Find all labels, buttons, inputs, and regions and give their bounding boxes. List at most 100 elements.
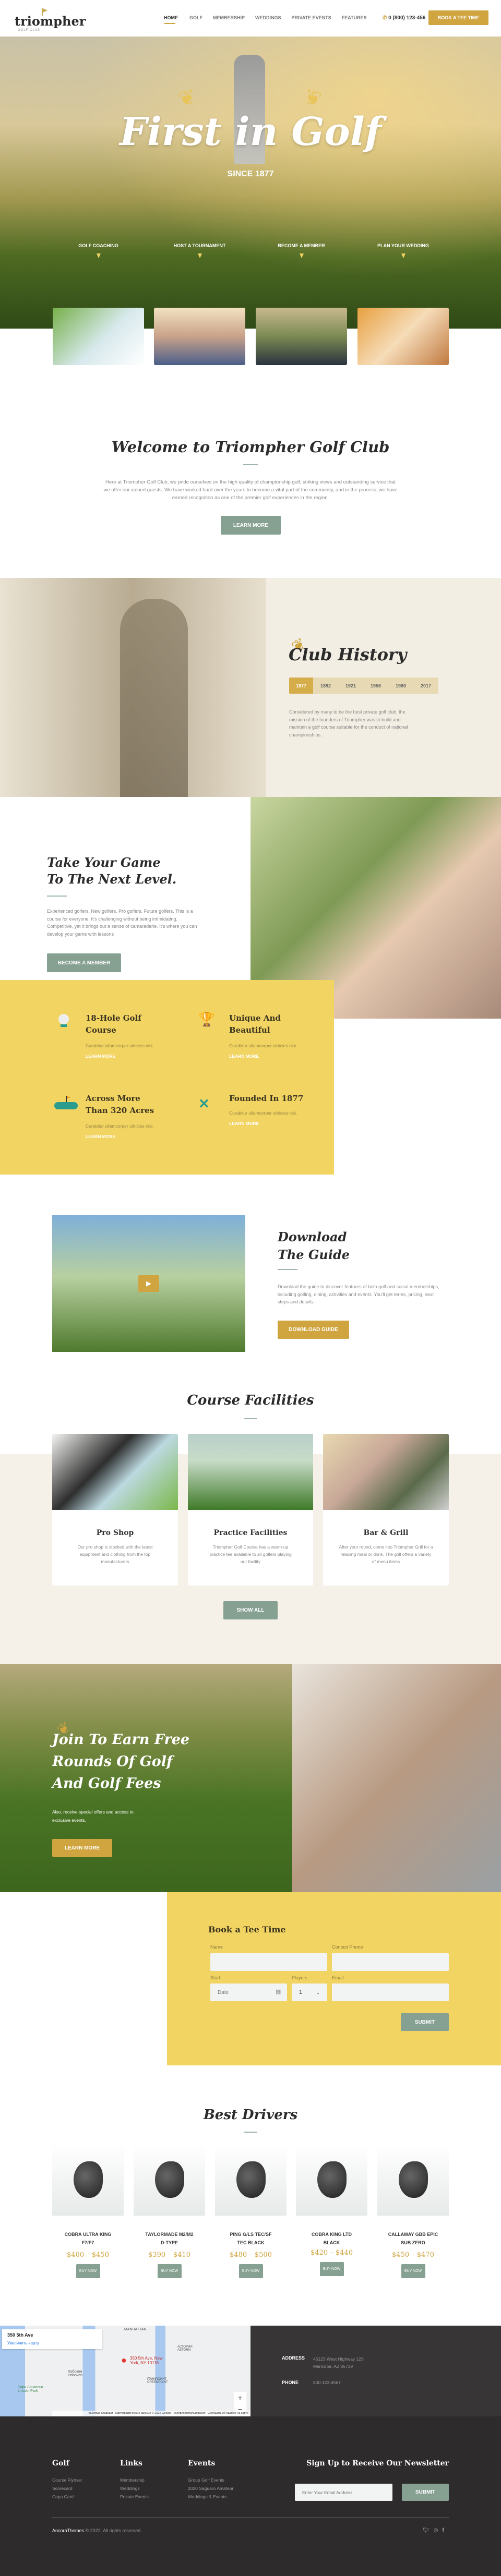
driver-price: $450 – $470 [392,2251,434,2259]
brand-link[interactable]: AncoraThemes [52,2528,84,2533]
tab-year-1877[interactable]: 1877 [289,678,313,694]
players-select[interactable]: 1 ⌄ [292,1984,327,2001]
feature-learn-more-link[interactable]: LEARN MORE [229,1121,259,1126]
nav-membership[interactable]: MEMBERSHIP [213,15,245,20]
newsletter-submit-button[interactable]: SUBMIT [402,2484,449,2501]
footer-link[interactable]: Private Events [120,2493,149,2501]
logo-subtext: GOLF CLUB [18,29,41,32]
service-cards: GOLF COACHING HOST A TOURNAMENT BECOME A… [53,243,449,365]
footer-link[interactable]: Membership [120,2476,149,2484]
features-section: 18-Hole Golf Course Curabitur ullamcorpe… [0,980,334,1175]
booking-submit-button[interactable]: SUBMIT [401,2013,449,2031]
address-label: ADDRESS [282,2355,305,2361]
welcome-learn-more-button[interactable]: LEARN MORE [221,516,281,535]
tab-year-1956[interactable]: 1956 [363,678,388,694]
service-image [53,308,144,365]
phone-value[interactable]: 800-123-4567 [313,2380,341,2385]
nav-weddings[interactable]: WEDDINGS [255,15,281,20]
tab-year-2017[interactable]: 2017 [413,678,438,694]
facility-card-practice[interactable]: Practice Facilities Triompher Golf Cours… [188,1434,313,1586]
join-section: ❦ Join To Earn Free Rounds Of Golf And G… [0,1664,501,1892]
footer-link[interactable]: Course Flyover [52,2476,82,2484]
feature-learn-more-link[interactable]: LEARN MORE [229,1054,259,1059]
service-golf-coaching[interactable]: GOLF COACHING [53,243,144,365]
footer-column: Links Membership Weddings Private Events [120,2459,149,2501]
phone-label: Contact Phone [332,1944,363,1950]
feature-text: Curabitur ullamcorper ultricies nisi. [86,1123,154,1129]
map-pin-icon[interactable]: ● [121,2355,127,2366]
map-attribution: Быстрые клавиши Картографические данные … [52,2411,250,2416]
driver-card[interactable]: COBRA ULTRA KING F7/F7 $400 – $450 BUY N… [52,2144,124,2284]
footer-column-title: Events [188,2459,216,2468]
nav-private-events[interactable]: PRIVATE EVENTS [292,15,331,20]
nav-home[interactable]: HOME [164,15,178,20]
driver-image [134,2144,205,2216]
footer-link[interactable]: Weddings & Events [188,2493,233,2501]
tab-year-1892[interactable]: 1892 [313,678,338,694]
driver-card[interactable]: CALLAWAY GBB EPIC SUB ZERO $450 – $470 B… [377,2144,449,2284]
tab-year-1921[interactable]: 1921 [338,678,363,694]
header-phone[interactable]: ✆ 0 (800) 123-456 [383,15,425,21]
show-all-button[interactable]: SHOW ALL [223,1601,278,1619]
guide-text: Download the guide to discover features … [278,1284,439,1304]
contact-phone-input[interactable] [332,1953,449,1971]
next-level-text: Experienced golfers. New golfers. Pro go… [47,909,197,937]
phone-label: PHONE [282,2380,299,2385]
footer-link[interactable]: 2020 Saguaro Amateur [188,2484,233,2493]
service-plan-wedding[interactable]: PLAN YOUR WEDDING [357,243,449,365]
service-host-tournament[interactable]: HOST A TOURNAMENT [154,243,245,365]
buy-now-button[interactable]: BUY NOW [401,2264,425,2278]
buy-now-button[interactable]: BUY NOW [76,2264,100,2278]
tab-year-1980[interactable]: 1980 [388,678,413,694]
buy-now-button[interactable]: BUY NOW [238,2264,263,2278]
join-learn-more-button[interactable]: LEARN MORE [52,1839,112,1857]
driver-card[interactable]: TAYLORMADE M2/M2 D-TYPE $390 – $410 BUY … [134,2144,205,2284]
feature-learn-more-link[interactable]: LEARN MORE [86,1134,115,1139]
calendar-icon[interactable]: ▦ [276,1988,281,1995]
guide-video-thumbnail[interactable]: ▶ [52,1215,245,1352]
instagram-icon[interactable]: ◎ [434,2527,438,2533]
footer: Golf Course Flyover Scorecard Copa Card Link… [0,2416,501,2576]
footer-link[interactable]: Group Golf Events [188,2476,233,2484]
booking-title: Book a Tee Time [208,1925,286,1934]
footer-link[interactable]: Copa Card [52,2493,82,2501]
buy-now-button[interactable]: BUY NOW [157,2264,182,2278]
facility-card-bar-grill[interactable]: Bar & Grill After your round, come into … [323,1434,449,1586]
map[interactable]: 350 5th Ave Увеличить карту MANHATTAN Хо… [0,2326,250,2416]
play-icon[interactable]: ▶ [138,1275,159,1292]
golf-green-icon [54,1102,78,1109]
buy-now-button[interactable]: BUY NOW [319,2262,344,2276]
nav-active-indicator [164,23,175,24]
footer-column: Golf Course Flyover Scorecard Copa Card [52,2459,82,2501]
join-text: Also, receive special offers and access … [52,1809,134,1823]
driver-image [377,2144,449,2216]
nav-golf[interactable]: GOLF [189,15,202,20]
footer-link[interactable]: Weddings [120,2484,149,2493]
footer-link[interactable]: Scorecard [52,2484,82,2493]
driver-name: COBRA KING LTD BLACK [312,2232,352,2245]
driver-image [296,2144,367,2216]
trophy-icon: 🏆 [198,1011,216,1027]
feature-learn-more-link[interactable]: LEARN MORE [86,1054,115,1059]
download-guide-button[interactable]: DOWNLOAD GUIDE [278,1321,349,1339]
main-nav: HOME GOLF MEMBERSHIP WEDDINGS PRIVATE EV… [164,15,367,20]
social-links: 🐦︎ ◎ f [423,2527,444,2533]
divider [278,1269,297,1270]
driver-card[interactable]: PING G/LS TEC/SF TEC BLACK $480 – $500 B… [215,2144,287,2284]
driver-card[interactable]: COBRA KING LTD BLACK $420 – $440 BUY NOW [296,2144,367,2284]
email-input[interactable] [332,1984,449,2001]
facility-card-pro-shop[interactable]: Pro Shop Our pro shop is stocked with th… [52,1434,178,1586]
book-tee-time-button[interactable]: BOOK A TEE TIME [428,10,488,25]
facebook-icon[interactable]: f [442,2527,444,2533]
footer-divider [52,2517,449,2518]
nav-features[interactable]: FEATURES [342,15,367,20]
newsletter-email-input[interactable] [295,2484,392,2501]
facility-image [188,1434,313,1510]
logo-text: triompher [15,14,86,29]
address-value: 45123 West Highway 123 Maricopa, AZ 85739 [313,2356,364,2369]
enlarge-map-link[interactable]: Увеличить карту [7,2341,39,2345]
become-member-button[interactable]: BECOME A MEMBER [47,953,121,972]
service-become-member[interactable]: BECOME A MEMBER [256,243,347,365]
name-input[interactable] [210,1953,327,1971]
twitter-icon[interactable]: 🐦︎ [423,2527,430,2533]
